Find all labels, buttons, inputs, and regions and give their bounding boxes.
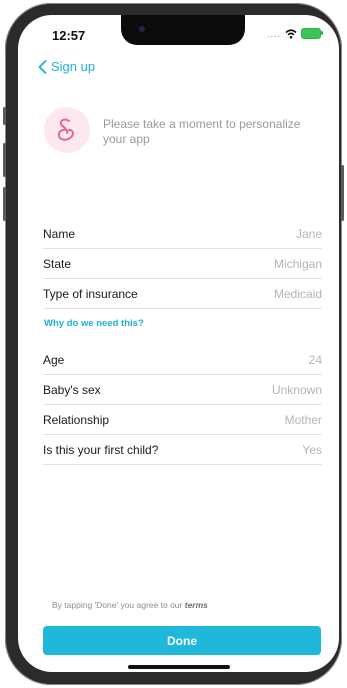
power-button	[341, 165, 344, 221]
state-row[interactable]: State Michigan	[43, 249, 322, 279]
camera	[139, 26, 145, 32]
name-label: Name	[43, 226, 76, 241]
volume-up-button	[3, 143, 6, 177]
relationship-value: Mother	[284, 412, 322, 427]
state-value: Michigan	[273, 256, 322, 271]
baby-sex-value: Unknown	[271, 382, 322, 397]
mute-switch	[3, 107, 6, 125]
name-value: Jane	[295, 226, 322, 241]
volume-down-button	[3, 187, 6, 221]
terms-link[interactable]: terms	[185, 600, 208, 610]
relationship-label: Relationship	[43, 412, 110, 427]
baby-sex-label: Baby's sex	[43, 382, 101, 397]
personalize-text: Please take a moment to personalize your…	[103, 117, 301, 146]
status-icons: ....	[266, 28, 323, 39]
battery-icon	[301, 28, 323, 39]
personalize-header: Please take a moment to personalize your…	[42, 107, 322, 157]
done-button[interactable]: Done	[43, 626, 321, 655]
terms-notice: By tapping 'Done' you agree to our terms	[52, 600, 208, 610]
insurance-value: Medicaid	[273, 286, 322, 301]
first-child-value: Yes	[302, 442, 322, 457]
insurance-form: Name Jane State Michigan Type of insuran…	[43, 219, 322, 309]
state-label: State	[43, 256, 72, 271]
chevron-left-icon	[38, 59, 47, 74]
insurance-label: Type of insurance	[43, 286, 138, 301]
first-child-row[interactable]: Is this your first child? Yes	[43, 435, 322, 465]
back-button[interactable]: Sign up	[38, 59, 95, 74]
baby-sex-row[interactable]: Baby's sex Unknown	[43, 375, 322, 405]
age-label: Age	[43, 352, 65, 367]
back-label: Sign up	[51, 59, 96, 74]
age-value: 24	[308, 352, 322, 367]
name-row[interactable]: Name Jane	[43, 219, 322, 249]
relationship-row[interactable]: Relationship Mother	[43, 405, 322, 435]
notch	[121, 15, 245, 45]
wifi-icon	[285, 28, 297, 39]
pregnancy-icon	[44, 107, 90, 153]
insurance-row[interactable]: Type of insurance Medicaid	[43, 279, 322, 309]
first-child-label: Is this your first child?	[43, 442, 159, 457]
phone-frame: 12:57 .... Sign up Please take a moment …	[3, 3, 344, 685]
why-link[interactable]: Why do we need this?	[44, 318, 144, 329]
status-time: 12:57	[52, 28, 86, 43]
family-form: Age 24 Baby's sex Unknown Relationship M…	[43, 345, 322, 465]
home-indicator	[128, 665, 230, 669]
screen: 12:57 .... Sign up Please take a moment …	[18, 15, 339, 672]
signal-icon: ....	[266, 28, 281, 39]
age-row[interactable]: Age 24	[43, 345, 322, 375]
terms-text: By tapping 'Done' you agree to our	[52, 600, 183, 610]
